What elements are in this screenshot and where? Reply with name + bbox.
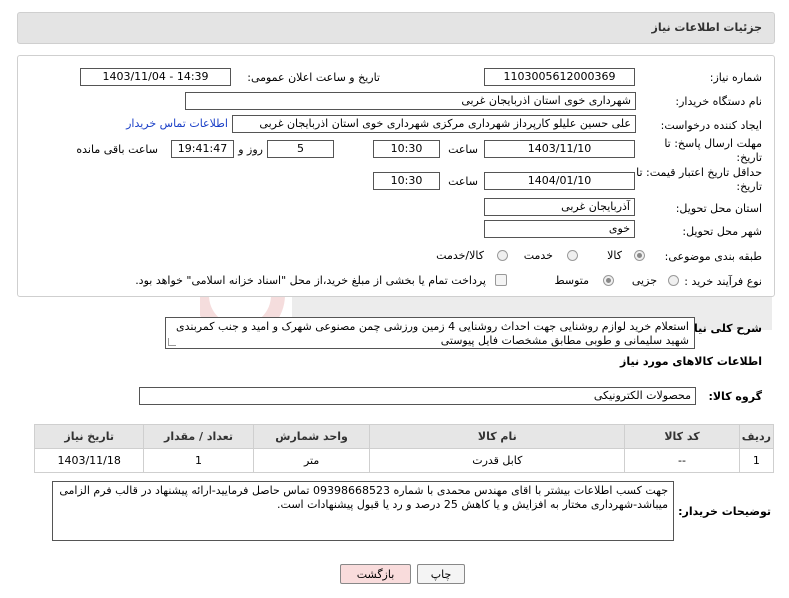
purchase-type-medium-label: متوسط <box>554 274 589 287</box>
description-text: استعلام خرید لوازم روشنایی جهت احداث روش… <box>176 320 689 347</box>
creator-field[interactable]: علی حسین علیلو کارپرداز شهرداری مرکزی شه… <box>232 115 636 133</box>
validity-time-label: ساعت <box>448 175 478 188</box>
col-code-header: کد کالا <box>624 424 740 449</box>
page-title: جزئیات اطلاعات نیاز <box>651 21 763 34</box>
deadline-date-field[interactable]: 1403/11/10 <box>484 140 635 158</box>
buyer-notes-text: جهت کسب اطلاعات بیشتر با اقای مهندس محمد… <box>59 484 668 511</box>
cell-qty: 1 <box>143 448 254 473</box>
category-goods-label: کالا <box>607 249 622 262</box>
validity-time-field[interactable]: 10:30 <box>373 172 440 190</box>
purchase-type-minor-label: جزیی <box>631 274 657 287</box>
col-unit-header: واحد شمارش <box>252 424 371 449</box>
back-button[interactable]: بازگشت <box>340 564 411 584</box>
goods-group-field[interactable]: محصولات الکترونیکی <box>139 387 696 405</box>
purchase-type-label: نوع فرآیند خرید : <box>684 275 762 288</box>
description-label: شرح کلی نیاز: <box>683 322 762 335</box>
purchase-type-medium-radio[interactable] <box>603 275 614 286</box>
announce-date-label: تاریخ و ساعت اعلان عمومی: <box>247 71 380 84</box>
deadline-label: مهلت ارسال پاسخ: تا تاریخ: <box>664 137 762 164</box>
deadline-time-field[interactable]: 10:30 <box>373 140 440 158</box>
validity-label: حداقل تاریخ اعتبار قیمت: تا تاریخ: <box>636 166 762 193</box>
days-remaining-field[interactable]: 5 <box>267 140 334 158</box>
table-row[interactable]: 1 -- کابل قدرت متر 1 1403/11/18 <box>33 448 775 473</box>
col-date-header: تاریخ نیاز <box>33 424 145 449</box>
treasury-payment-checkbox[interactable] <box>495 274 507 286</box>
category-goods-service-label: کالا/خدمت <box>436 249 484 262</box>
cell-unit: متر <box>252 448 371 473</box>
cell-row: 1 <box>738 448 775 473</box>
creator-label: ایجاد کننده درخواست: <box>660 119 762 132</box>
goods-section-title: اطلاعات کالاهای مورد نیاز <box>620 355 762 368</box>
purchase-type-minor-radio[interactable] <box>668 275 679 286</box>
category-goods-radio[interactable] <box>634 250 645 261</box>
cell-date: 1403/11/18 <box>33 448 145 473</box>
buyer-notes-textarea[interactable]: جهت کسب اطلاعات بیشتر با اقای مهندس محمد… <box>52 481 674 541</box>
cell-name: کابل قدرت <box>369 448 626 473</box>
page-header: جزئیات اطلاعات نیاز <box>17 12 775 44</box>
col-row-header: ردیف <box>738 424 775 449</box>
province-field[interactable]: آذربایجان غربی <box>484 198 635 216</box>
buyer-notes-label: توضیحات خریدار: <box>678 505 771 518</box>
category-goods-service-radio[interactable] <box>497 250 508 261</box>
remaining-label: ساعت باقی مانده <box>76 143 158 156</box>
resize-grip-icon[interactable] <box>168 338 176 346</box>
goods-group-label: گروه کالا: <box>708 390 762 403</box>
category-label: طبقه بندی موضوعی: <box>664 250 762 263</box>
province-label: استان محل تحویل: <box>675 202 762 215</box>
cell-code: -- <box>624 448 740 473</box>
days-label: روز و <box>238 143 263 156</box>
deadline-time-label: ساعت <box>448 143 478 156</box>
col-qty-header: تعداد / مقدار <box>143 424 254 449</box>
buyer-contact-link[interactable]: اطلاعات تماس خریدار <box>126 117 228 130</box>
need-number-label: شماره نیاز: <box>709 71 762 84</box>
print-button[interactable]: چاپ <box>417 564 465 584</box>
goods-table: ردیف کد کالا نام کالا واحد شمارش تعداد /… <box>33 424 775 473</box>
treasury-payment-note: پرداخت تمام یا بخشی از مبلغ خرید،از محل … <box>135 274 486 287</box>
category-service-label: خدمت <box>523 249 553 262</box>
col-name-header: نام کالا <box>369 424 626 449</box>
buyer-org-field[interactable]: شهرداری خوی استان اذربایجان غربی <box>185 92 636 110</box>
city-label: شهر محل تحویل: <box>682 225 762 238</box>
announce-date-field[interactable]: 1403/11/04 - 14:39 <box>80 68 231 86</box>
description-textarea[interactable]: استعلام خرید لوازم روشنایی جهت احداث روش… <box>165 317 695 349</box>
city-field[interactable]: خوی <box>484 220 635 238</box>
table-header-row: ردیف کد کالا نام کالا واحد شمارش تعداد /… <box>33 424 775 449</box>
remaining-time-field[interactable]: 19:41:47 <box>171 140 234 158</box>
buyer-org-label: نام دستگاه خریدار: <box>675 95 762 108</box>
category-service-radio[interactable] <box>567 250 578 261</box>
need-number-field[interactable]: 1103005612000369 <box>484 68 635 86</box>
validity-date-field[interactable]: 1404/01/10 <box>484 172 635 190</box>
